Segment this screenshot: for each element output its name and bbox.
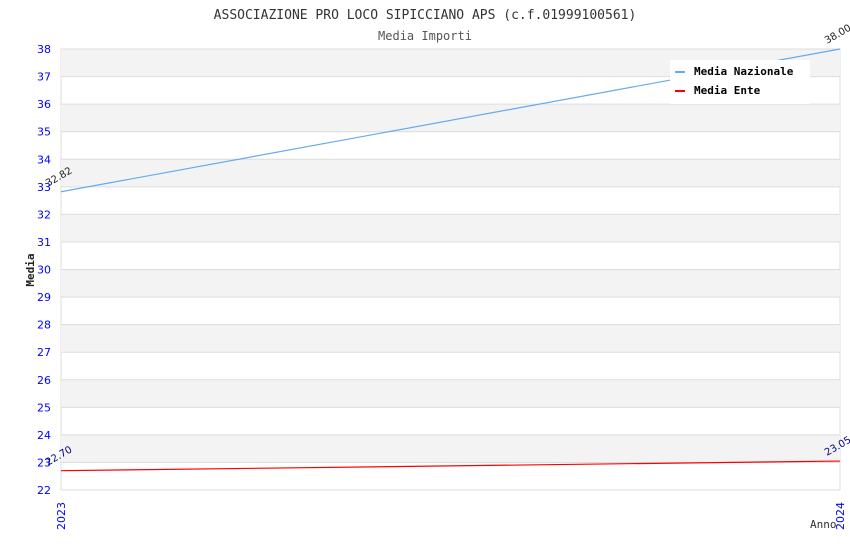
y-tick-label: 31 bbox=[37, 236, 51, 249]
y-tick-label: 25 bbox=[37, 401, 51, 414]
grid-band bbox=[61, 104, 840, 132]
grid-band bbox=[61, 159, 840, 187]
legend-label: Media Nazionale bbox=[694, 65, 794, 78]
y-tick-label: 22 bbox=[37, 484, 51, 497]
y-axis-label: Media bbox=[24, 253, 37, 286]
x-tick-label: 2023 bbox=[55, 502, 68, 530]
y-tick-label: 30 bbox=[37, 264, 51, 277]
legend-label: Media Ente bbox=[694, 84, 761, 97]
y-tick-label: 37 bbox=[37, 71, 51, 84]
y-tick-label: 32 bbox=[37, 208, 51, 221]
data-label: 38.00 bbox=[823, 23, 850, 47]
y-tick-label: 34 bbox=[37, 153, 51, 166]
grid-band bbox=[61, 214, 840, 242]
legend-swatch bbox=[675, 90, 685, 92]
grid-band bbox=[61, 379, 840, 408]
y-tick-label: 27 bbox=[37, 346, 51, 359]
x-axis-label: Anno bbox=[810, 518, 837, 531]
legend-swatch bbox=[675, 71, 685, 73]
chart-subtitle: Media Importi bbox=[378, 29, 472, 43]
y-tick-label: 36 bbox=[37, 98, 51, 111]
chart-svg: 22232425262728293031323334353637382023 20… bbox=[24, 8, 850, 531]
grid-band bbox=[61, 434, 840, 463]
y-tick-label: 26 bbox=[37, 374, 51, 387]
y-tick-label: 35 bbox=[37, 126, 51, 139]
y-tick-label: 24 bbox=[37, 429, 51, 442]
chart-title: ASSOCIAZIONE PRO LOCO SIPICCIANO APS (c.… bbox=[214, 8, 637, 23]
y-tick-label: 29 bbox=[37, 291, 51, 304]
grid-band bbox=[61, 324, 840, 353]
y-tick-label: 38 bbox=[37, 43, 51, 56]
grid-band bbox=[61, 269, 840, 298]
y-tick-label: 28 bbox=[37, 319, 51, 332]
chart: 22 23 24 25 26 27 28 29 30 31 32 33 34 35 36 37 38 2023 20… bbox=[0, 0, 850, 550]
